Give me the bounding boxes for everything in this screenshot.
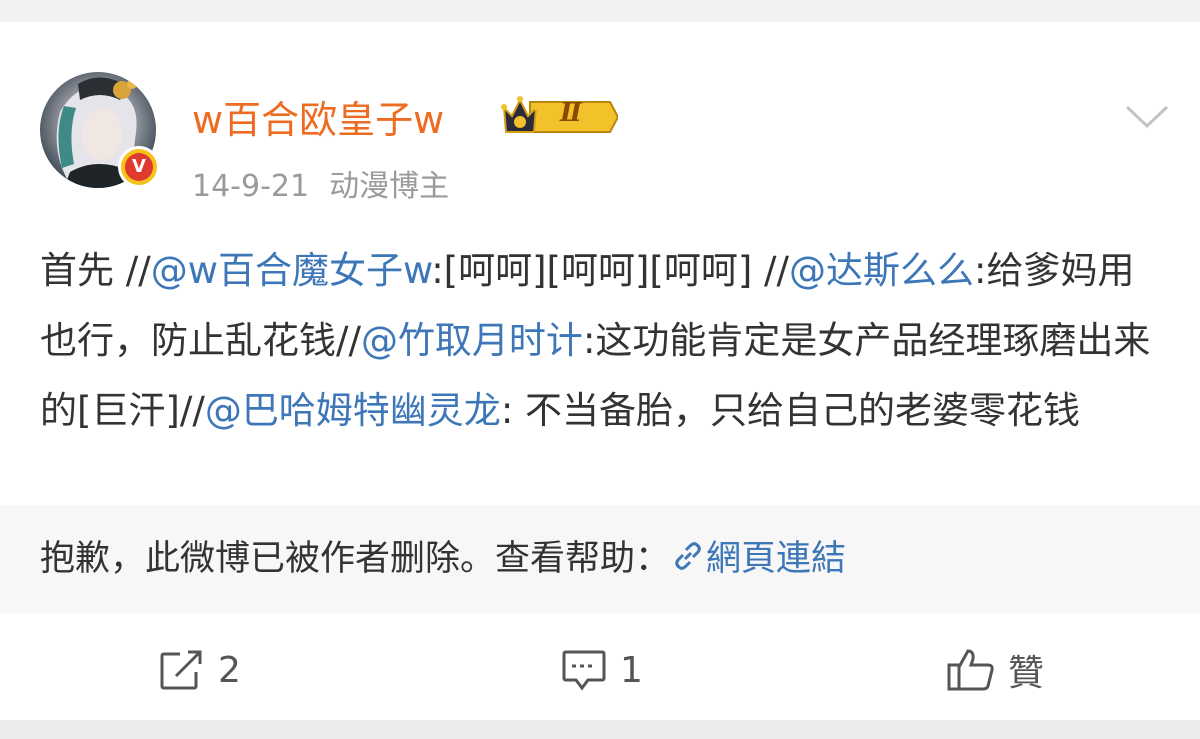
repost-icon [160, 650, 202, 690]
comment-button[interactable]: 1 [560, 620, 643, 720]
mention-link[interactable]: @巴哈姆特幽灵龙 [205, 389, 501, 432]
deleted-repost-notice: 抱歉，此微博已被作者删除。查看帮助： 網頁連結 [0, 505, 1200, 613]
post-date: 14-9-21 [192, 169, 310, 204]
username[interactable]: w百合欧皇子w [192, 94, 444, 146]
text-segment: 首先 // [40, 249, 151, 292]
verified-v-icon: V [118, 146, 160, 188]
like-icon [947, 649, 994, 691]
text-segment: : 不当备胎，只给自己的老婆零花钱 [500, 389, 1081, 432]
mention-link[interactable]: @达斯么么 [789, 249, 974, 292]
verify-mark: V [125, 153, 153, 181]
post-meta: 14-9-21 动漫博主 [192, 165, 449, 209]
action-bar: 2 1 贊 [0, 620, 1200, 720]
repost-button[interactable]: 2 [158, 620, 241, 720]
comment-count: 1 [620, 649, 643, 691]
repost-count: 2 [218, 649, 241, 691]
vip-crown-icon[interactable]: Ⅱ [500, 94, 620, 140]
deleted-notice-text: 抱歉，此微博已被作者删除。查看帮助： [40, 539, 671, 579]
like-button[interactable]: 贊 [946, 620, 1044, 720]
chevron-down-icon[interactable] [1124, 104, 1170, 130]
post-source: 动漫博主 [329, 169, 450, 204]
weibo-post-card: V w百合欧皇子w Ⅱ 14-9-21 动漫博主 首先 //@w百合魔女子w:[呵… [0, 22, 1200, 720]
post-text: 首先 //@w百合魔女子w:[呵呵][呵呵][呵呵] //@达斯么么:给爹妈用也… [40, 236, 1170, 446]
mention-link[interactable]: @竹取月时计 [361, 319, 583, 362]
mention-link[interactable]: @w百合魔女子w [151, 249, 432, 292]
link-icon [675, 542, 701, 570]
like-label: 贊 [1008, 653, 1045, 694]
comment-icon [562, 650, 606, 691]
bottom-divider [0, 720, 1200, 739]
help-link-label: 網頁連結 [706, 539, 847, 579]
avatar[interactable]: V [40, 72, 160, 188]
vip-level: Ⅱ [560, 98, 582, 128]
text-segment: :[呵呵][呵呵][呵呵] // [431, 249, 789, 292]
help-link[interactable]: 網頁連結 [670, 539, 846, 579]
